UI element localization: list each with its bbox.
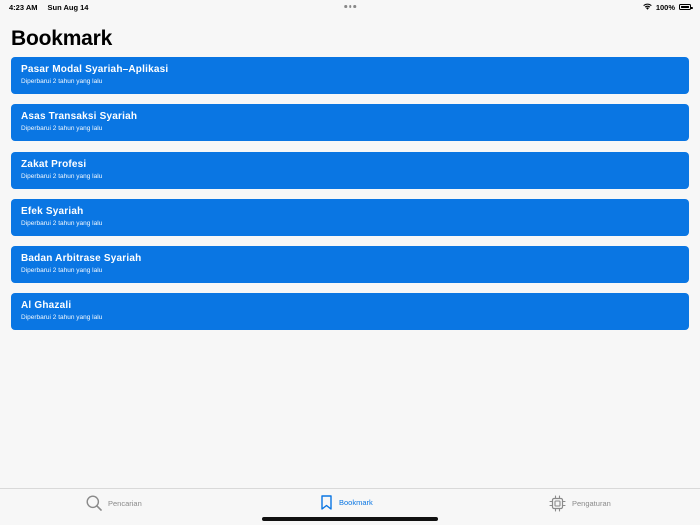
page-title: Bookmark	[11, 27, 113, 50]
bookmark-card[interactable]: Asas Transaksi Syariah Diperbarui 2 tahu…	[11, 104, 689, 142]
bookmark-updated: Diperbarui 2 tahun yang lalu	[21, 314, 103, 322]
multitasking-dots-icon[interactable]	[344, 5, 356, 8]
bookmark-card[interactable]: Efek Syariah Diperbarui 2 tahun yang lal…	[11, 198, 689, 236]
bookmark-card[interactable]: Al Ghazali Diperbarui 2 tahun yang lalu	[11, 293, 689, 331]
bookmark-title: Efek Syariah	[21, 205, 84, 217]
home-indicator[interactable]	[262, 517, 438, 521]
bookmark-card[interactable]: Pasar Modal Syariah–Aplikasi Diperbarui …	[11, 57, 689, 94]
status-date: Sun Aug 14	[47, 2, 89, 12]
bookmark-updated: Diperbarui 2 tahun yang lalu	[21, 267, 103, 275]
bookmark-updated: Diperbarui 2 tahun yang lalu	[21, 172, 103, 180]
tab-label: Pencarian	[108, 498, 142, 508]
battery-percent: 100%	[655, 2, 675, 12]
bookmark-title: Al Ghazali	[21, 300, 72, 312]
tab-pengaturan[interactable]: Pengaturan	[549, 495, 611, 512]
status-right: 100%	[643, 2, 693, 12]
bookmark-title: Badan Arbitrase Syariah	[21, 253, 142, 265]
tab-pencarian[interactable]: Pencarian	[86, 495, 142, 511]
bookmark-title: Asas Transaksi Syariah	[21, 111, 138, 123]
wifi-icon	[643, 3, 652, 12]
tab-bookmark[interactable]: Bookmark	[320, 495, 373, 510]
bookmark-updated: Diperbarui 2 tahun yang lalu	[21, 78, 103, 85]
bookmark-card[interactable]: Badan Arbitrase Syariah Diperbarui 2 tah…	[11, 246, 689, 284]
tab-label: Pengaturan	[572, 499, 611, 508]
status-bar: 4:23 AM Sun Aug 14 100%	[0, 0, 700, 14]
bookmark-updated: Diperbarui 2 tahun yang lalu	[21, 125, 103, 133]
cpu-icon	[549, 495, 566, 512]
bookmark-title: Zakat Profesi	[21, 158, 87, 170]
bookmark-updated: Diperbarui 2 tahun yang lalu	[21, 219, 103, 227]
bookmark-icon	[320, 495, 333, 510]
battery-icon	[679, 4, 693, 10]
bookmark-card[interactable]: Zakat Profesi Diperbarui 2 tahun yang la…	[11, 151, 689, 189]
status-time: 4:23 AM	[9, 2, 38, 12]
tab-label: Bookmark	[339, 498, 373, 507]
bookmark-title: Pasar Modal Syariah–Aplikasi	[21, 64, 169, 75]
search-icon	[86, 495, 102, 511]
bookmark-list: Pasar Modal Syariah–Aplikasi Diperbarui …	[11, 57, 689, 341]
status-left: 4:23 AM Sun Aug 14	[9, 3, 88, 12]
app-screen: 4:23 AM Sun Aug 14 100% Bookmark Pasar M…	[0, 0, 700, 525]
